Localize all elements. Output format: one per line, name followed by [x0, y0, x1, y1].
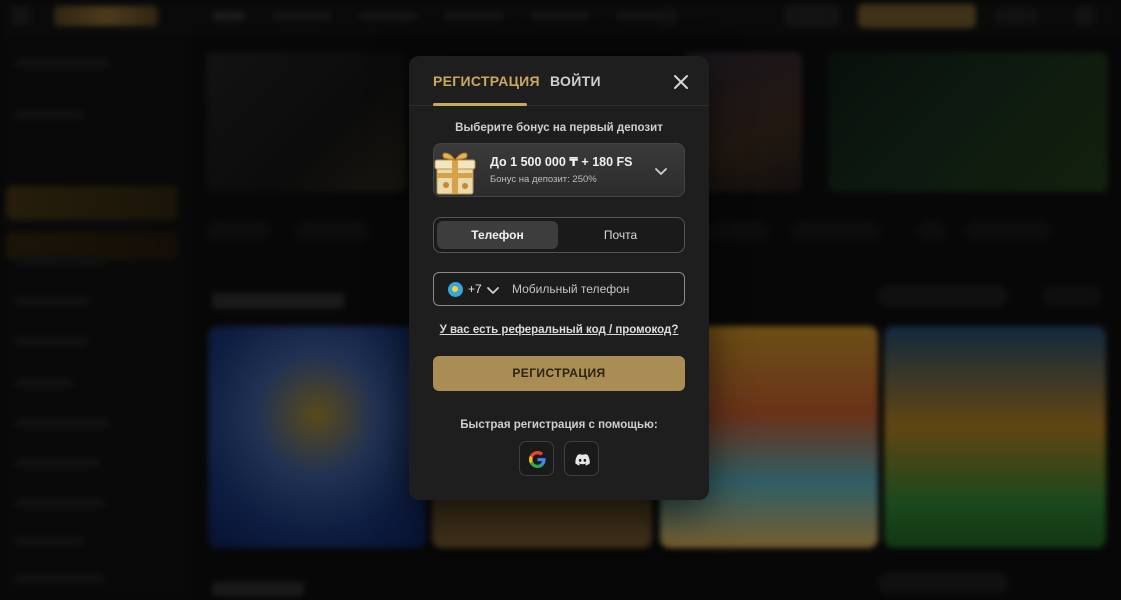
- gift-icon: [434, 148, 476, 196]
- kazakhstan-flag-icon[interactable]: [448, 282, 463, 297]
- promo-code-link[interactable]: У вас есть реферальный код / промокод?: [409, 324, 709, 336]
- modal-tabs: РЕГИСТРАЦИЯ ВОЙТИ: [409, 56, 709, 106]
- toggle-email[interactable]: Почта: [560, 221, 681, 249]
- tab-login[interactable]: ВОЙТИ: [550, 73, 601, 89]
- bonus-amount: До 1 500 000 ₸ + 180 FS: [490, 155, 633, 169]
- chevron-down-icon: [654, 164, 668, 178]
- quick-register-heading: Быстрая регистрация с помощью:: [460, 419, 658, 431]
- google-login-button[interactable]: [519, 441, 554, 476]
- bonus-heading: Выберите бонус на первый депозит: [455, 122, 663, 134]
- phone-input[interactable]: [512, 278, 678, 300]
- close-icon[interactable]: [671, 72, 691, 92]
- registration-modal: РЕГИСТРАЦИЯ ВОЙТИ Выберите бонус на перв…: [409, 56, 709, 500]
- bonus-selector[interactable]: До 1 500 000 ₸ + 180 FS Бонус на депозит…: [433, 143, 685, 197]
- chevron-down-icon[interactable]: [486, 283, 500, 297]
- tab-register[interactable]: РЕГИСТРАЦИЯ: [433, 73, 540, 89]
- country-code[interactable]: +7: [468, 282, 482, 296]
- phone-field: +7: [433, 272, 685, 306]
- toggle-phone[interactable]: Телефон: [437, 221, 558, 249]
- method-toggle: Телефон Почта: [433, 217, 685, 253]
- google-icon: [529, 451, 546, 468]
- discord-login-button[interactable]: [564, 441, 599, 476]
- bonus-description: Бонус на депозит: 250%: [490, 174, 597, 185]
- discord-icon: [575, 454, 590, 466]
- register-button[interactable]: РЕГИСТРАЦИЯ: [433, 356, 685, 391]
- active-tab-indicator: [433, 103, 527, 106]
